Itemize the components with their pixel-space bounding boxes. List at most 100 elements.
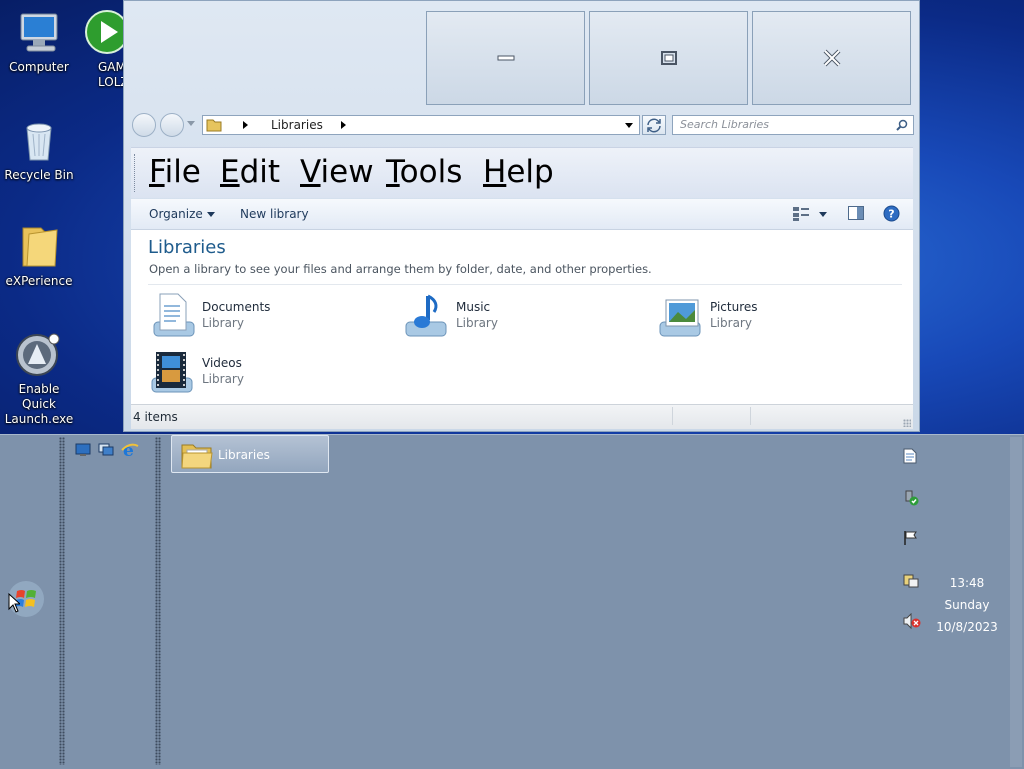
mouse-cursor bbox=[8, 592, 22, 616]
task-label: Libraries bbox=[218, 448, 270, 462]
tray-volume-icon[interactable] bbox=[903, 612, 921, 632]
help-button[interactable]: ? bbox=[883, 205, 900, 225]
library-name: Videos bbox=[202, 356, 242, 370]
search-placeholder: Search Libraries bbox=[680, 118, 770, 131]
address-row: Libraries Search Libraries bbox=[132, 113, 914, 139]
recycle-bin-icon bbox=[15, 116, 63, 164]
help-icon: ? bbox=[883, 205, 900, 222]
show-desktop-icon bbox=[75, 443, 91, 456]
library-name: Music bbox=[456, 300, 491, 314]
document-icon bbox=[903, 448, 917, 464]
library-type: Library bbox=[456, 316, 498, 330]
library-pictures[interactable]: Pictures Library bbox=[656, 292, 896, 342]
address-dropdown-icon[interactable] bbox=[625, 123, 633, 128]
refresh-icon bbox=[647, 118, 661, 133]
taskbar-grip[interactable] bbox=[155, 437, 161, 765]
preview-pane-icon bbox=[848, 206, 864, 220]
menu-view[interactable]: View bbox=[300, 154, 374, 190]
status-divider bbox=[750, 407, 751, 425]
item-count: 4 items bbox=[133, 410, 178, 424]
clock-day: Sunday bbox=[944, 598, 990, 612]
breadcrumb-libraries[interactable]: Libraries bbox=[271, 118, 323, 132]
recent-pages-dropdown-icon[interactable] bbox=[187, 121, 195, 126]
preview-pane-button[interactable] bbox=[848, 206, 864, 223]
volume-muted-icon bbox=[903, 612, 921, 630]
taskbar: e Libraries 13:48 Sunday 10/8/2023 bbox=[0, 434, 1024, 769]
library-name: Documents bbox=[202, 300, 271, 314]
maximize-icon bbox=[660, 51, 677, 65]
quicklaunch-switch-windows[interactable] bbox=[98, 443, 114, 460]
tray-safely-remove-icon[interactable] bbox=[903, 490, 919, 509]
menu-tools[interactable]: Tools bbox=[386, 154, 462, 190]
desktop-icon-experience[interactable]: eXPerience bbox=[0, 222, 78, 289]
desktop-icon-enable-quick-launch[interactable]: Enable Quick Launch.exe bbox=[0, 330, 78, 427]
library-documents[interactable]: Documents Library bbox=[148, 292, 388, 342]
tray-action-center-icon[interactable] bbox=[903, 530, 919, 549]
library-music[interactable]: Music Library bbox=[402, 292, 642, 342]
organize-button[interactable]: Organize bbox=[149, 207, 215, 221]
view-options-icon bbox=[793, 207, 827, 221]
menu-file[interactable]: File bbox=[149, 154, 201, 190]
page-title: Libraries bbox=[148, 237, 226, 258]
status-divider bbox=[672, 407, 673, 425]
search-icon[interactable] bbox=[896, 119, 908, 131]
documents-icon bbox=[153, 293, 195, 337]
desktop-icon-computer[interactable]: Computer bbox=[0, 8, 78, 75]
internet-explorer-icon: e bbox=[121, 441, 139, 461]
desktop: Computer GAM LOLZZZ Recycle Bin eXPerien… bbox=[0, 0, 1024, 434]
menu-bar-grip bbox=[134, 154, 137, 192]
address-bar[interactable]: Libraries bbox=[202, 115, 640, 135]
tray-network-icon[interactable] bbox=[903, 572, 919, 591]
forward-button[interactable] bbox=[160, 113, 184, 137]
pictures-icon bbox=[659, 299, 701, 337]
library-type: Library bbox=[202, 316, 244, 330]
libraries-folder-icon bbox=[181, 444, 213, 469]
quicklaunch-internet-explorer[interactable]: e bbox=[121, 441, 139, 462]
minimize-button[interactable] bbox=[426, 11, 585, 105]
minimize-icon bbox=[497, 55, 514, 61]
change-view-button[interactable] bbox=[793, 207, 829, 224]
explorer-window: Libraries Search Libraries File Edit Vie… bbox=[123, 0, 920, 432]
usb-check-icon bbox=[905, 490, 919, 506]
desktop-icon-label: Recycle Bin bbox=[4, 168, 74, 182]
desktop-icon-recycle-bin[interactable]: Recycle Bin bbox=[0, 116, 78, 183]
clock[interactable]: 13:48 Sunday 10/8/2023 bbox=[925, 572, 1009, 638]
close-button[interactable] bbox=[752, 11, 911, 105]
menu-bar: File Edit View Tools Help bbox=[131, 147, 913, 198]
clock-date: 10/8/2023 bbox=[936, 620, 998, 634]
close-icon bbox=[823, 49, 840, 67]
switch-windows-icon bbox=[98, 443, 114, 456]
maximize-button[interactable] bbox=[589, 11, 748, 105]
command-bar: Organize New library ? bbox=[131, 199, 913, 230]
tray-document-icon[interactable] bbox=[903, 448, 917, 467]
taskbar-grip[interactable] bbox=[59, 437, 65, 765]
taskbar-button-libraries[interactable]: Libraries bbox=[171, 435, 329, 473]
resize-grip[interactable] bbox=[903, 419, 911, 427]
new-library-button[interactable]: New library bbox=[240, 207, 309, 221]
desktop-icon-label: eXPerience bbox=[5, 274, 73, 288]
chevron-down-icon bbox=[206, 212, 215, 217]
menu-edit[interactable]: Edit bbox=[220, 154, 280, 190]
menu-help[interactable]: Help bbox=[483, 154, 554, 190]
folder-icon bbox=[15, 222, 63, 270]
videos-icon bbox=[151, 352, 193, 393]
page-subtitle: Open a library to see your files and arr… bbox=[149, 262, 652, 276]
clock-time: 13:48 bbox=[949, 576, 985, 590]
content-pane: Libraries Open a library to see your fil… bbox=[131, 230, 913, 404]
refresh-button[interactable] bbox=[642, 115, 666, 135]
network-icon bbox=[903, 574, 919, 588]
status-bar: 4 items bbox=[131, 404, 913, 429]
taskbar-scrollbar[interactable] bbox=[1010, 437, 1022, 767]
back-button[interactable] bbox=[132, 113, 156, 137]
search-input[interactable]: Search Libraries bbox=[672, 115, 914, 135]
library-videos[interactable]: Videos Library bbox=[148, 348, 388, 398]
svg-text:?: ? bbox=[888, 208, 894, 221]
divider bbox=[148, 284, 902, 285]
quicklaunch-show-desktop[interactable] bbox=[75, 443, 91, 460]
breadcrumb-arrow-icon[interactable] bbox=[243, 121, 248, 129]
library-type: Library bbox=[202, 372, 244, 386]
desktop-icon-label: Computer bbox=[9, 60, 69, 74]
library-type: Library bbox=[710, 316, 752, 330]
libraries-folder-icon bbox=[206, 119, 222, 132]
breadcrumb-arrow-icon[interactable] bbox=[341, 121, 346, 129]
